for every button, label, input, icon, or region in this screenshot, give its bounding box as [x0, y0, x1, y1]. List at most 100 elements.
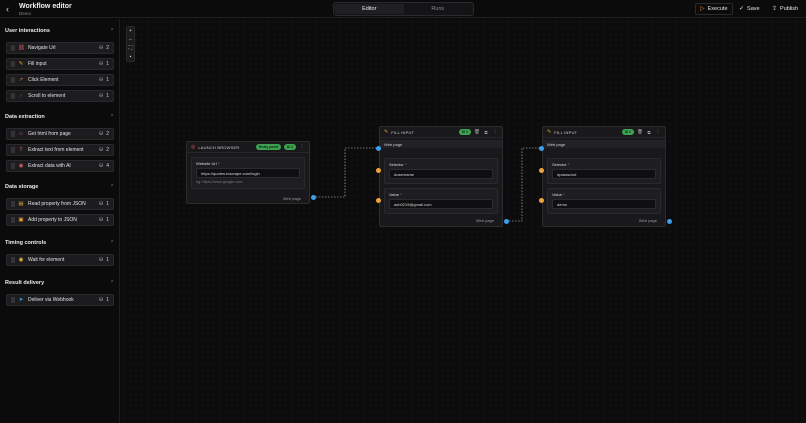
- task-item[interactable]: ◉ Extract data with AI ⛁ 4: [6, 160, 114, 172]
- credit-count: ⛁ 1: [99, 61, 109, 67]
- coins-icon: ⛁: [99, 297, 104, 303]
- zoom-in-icon[interactable]: +: [129, 28, 132, 34]
- task-item[interactable]: ▣ Add property to JSON ⛁ 1: [6, 214, 114, 226]
- node-header: ◎ LAUNCH BROWSER Entry point ⛁ 1 ⋮: [187, 142, 309, 153]
- coins-icon: ⛁: [99, 201, 104, 207]
- tab-runs[interactable]: Runs: [404, 4, 473, 14]
- drag-dots-icon[interactable]: [11, 217, 15, 223]
- save-button[interactable]: ✓ Save: [735, 3, 764, 15]
- value-label-text: Value: [389, 192, 399, 197]
- credit-badge: ⛁ 1: [458, 129, 471, 135]
- fill2-value-handle[interactable]: [539, 198, 544, 203]
- delete-icon[interactable]: 🗑: [637, 129, 643, 135]
- selector-panel: Selector * #username: [384, 158, 498, 184]
- collapse-chevron-icon[interactable]: ⌃: [110, 28, 114, 34]
- selector-input[interactable]: #username: [389, 169, 493, 179]
- credit-count: ⛁ 1: [99, 297, 109, 303]
- execute-button[interactable]: ▷ Execute: [695, 3, 733, 15]
- drag-dots-icon[interactable]: [11, 77, 15, 83]
- drag-handle-icon[interactable]: ⋮: [655, 129, 661, 135]
- fill1-output-handle[interactable]: [504, 219, 509, 224]
- task-item[interactable]: ➤ Deliver via Webhook ⛁ 1: [6, 294, 114, 306]
- section-title: Data storage: [5, 184, 39, 190]
- output-label: Web page: [282, 196, 301, 201]
- copy-icon[interactable]: ⧉: [483, 130, 489, 135]
- credit-count-value: 1: [106, 257, 109, 263]
- fill1-input-handle[interactable]: [376, 146, 381, 151]
- drag-dots-icon[interactable]: [11, 257, 15, 263]
- collapse-chevron-icon[interactable]: ⌃: [110, 240, 114, 246]
- collapse-chevron-icon[interactable]: ⌃: [110, 114, 114, 120]
- fill2-input-handle[interactable]: [539, 146, 544, 151]
- task-item[interactable]: ◉ Wait for element ⛁ 1: [6, 254, 114, 266]
- node-fill-input-2[interactable]: ✎ FILL INPUT ⛁ 1 🗑 ⧉ ⋮ Web page Selector…: [542, 126, 666, 227]
- globe-icon: ◎: [191, 144, 196, 150]
- fill1-selector-handle[interactable]: [376, 168, 381, 173]
- drag-dots-icon[interactable]: [11, 93, 15, 99]
- tab-editor[interactable]: Editor: [335, 4, 404, 14]
- credit-count-value: 1: [106, 201, 109, 207]
- drag-dots-icon[interactable]: [11, 297, 15, 303]
- node-fill-input-1[interactable]: ✎ FILL INPUT ⛁ 1 🗑 ⧉ ⋮ Web page Selector…: [379, 126, 503, 227]
- drag-dots-icon[interactable]: [11, 201, 15, 207]
- view-switch: Editor Runs: [333, 2, 474, 16]
- drag-dots-icon[interactable]: [11, 61, 15, 67]
- zoom-out-icon[interactable]: −: [129, 37, 132, 43]
- copy-icon[interactable]: ⧉: [646, 130, 652, 135]
- section-title: Timing controls: [5, 240, 47, 246]
- credit-count-value: 4: [106, 163, 109, 169]
- credit-count-value: 1: [106, 217, 109, 223]
- task-item[interactable]: ➚ Click Element ⛁ 1: [6, 74, 114, 86]
- value-label: Value *: [389, 192, 402, 197]
- lock-icon[interactable]: ▪: [130, 54, 132, 60]
- drag-handle-icon[interactable]: ⋮: [492, 129, 498, 135]
- node-header: ✎ FILL INPUT ⛁ 1 🗑 ⧉ ⋮: [380, 127, 502, 138]
- fill1-value-handle[interactable]: [376, 198, 381, 203]
- task-item[interactable]: ✎ Fill input ⛁ 1: [6, 58, 114, 70]
- node-launch-browser[interactable]: ◎ LAUNCH BROWSER Entry point ⛁ 1 ⋮ Websi…: [186, 141, 310, 204]
- database-icon: ▣: [18, 217, 24, 223]
- page-title: Workflow editor: [19, 3, 72, 10]
- launch-output-handle[interactable]: [311, 195, 316, 200]
- value-input[interactable]: demo: [552, 199, 656, 209]
- input-web-page: Web page: [543, 140, 665, 148]
- publish-button[interactable]: ⇪ Publish: [768, 3, 802, 15]
- credit-count: ⛁ 1: [99, 77, 109, 83]
- task-item[interactable]: ▤ Read property from JSON ⛁ 1: [6, 198, 114, 210]
- website-url-label: Website Url *: [196, 161, 220, 166]
- credit-count: 1: [629, 130, 631, 134]
- task-item[interactable]: ‹› Get html from page ⛁ 2: [6, 128, 114, 140]
- collapse-chevron-icon[interactable]: ⌃: [110, 184, 114, 190]
- drag-dots-icon[interactable]: [11, 131, 15, 137]
- task-item[interactable]: ⛓ Navigate Url ⛁ 2: [6, 42, 114, 54]
- drag-dots-icon[interactable]: [11, 45, 15, 51]
- file-json-icon: ▤: [18, 201, 24, 207]
- fit-view-icon[interactable]: ⛶: [129, 45, 133, 51]
- website-url-input[interactable]: https://quotes.toscrape.com/login: [196, 168, 300, 178]
- credit-count-value: 2: [106, 45, 109, 51]
- credit-count-value: 1: [106, 297, 109, 303]
- code-icon: ‹›: [19, 131, 23, 137]
- delete-icon[interactable]: 🗑: [474, 129, 480, 135]
- fill2-selector-handle[interactable]: [539, 168, 544, 173]
- selector-input[interactable]: #password: [552, 169, 656, 179]
- collapse-chevron-icon[interactable]: ⌃: [110, 280, 114, 286]
- task-label: Scroll to element: [28, 93, 66, 99]
- back-arrow-icon[interactable]: ‹: [6, 4, 14, 14]
- coins-icon: ⛁: [99, 131, 104, 137]
- coins-icon: ⛁: [99, 61, 104, 67]
- drag-handle-icon[interactable]: ⋮: [299, 144, 305, 150]
- upload-icon: ⇪: [772, 6, 778, 12]
- task-label: Extract data with AI: [28, 163, 71, 169]
- value-input[interactable]: ash0219@gmail.com: [389, 199, 493, 209]
- task-item[interactable]: T Extract text from element ⛁ 2: [6, 144, 114, 156]
- task-item[interactable]: ↑ Scroll to element ⛁ 1: [6, 90, 114, 102]
- drag-dots-icon[interactable]: [11, 163, 15, 169]
- coins-icon: ⛁: [99, 77, 104, 83]
- fill2-output-handle[interactable]: [667, 219, 672, 224]
- website-url-panel: Website Url * https://quotes.toscrape.co…: [191, 157, 305, 189]
- top-bar: ‹ Workflow editor Demo Editor Runs ▷ Exe…: [0, 0, 806, 18]
- credit-count: 1: [466, 130, 468, 134]
- drag-dots-icon[interactable]: [11, 147, 15, 153]
- task-label: Extract text from element: [28, 147, 84, 153]
